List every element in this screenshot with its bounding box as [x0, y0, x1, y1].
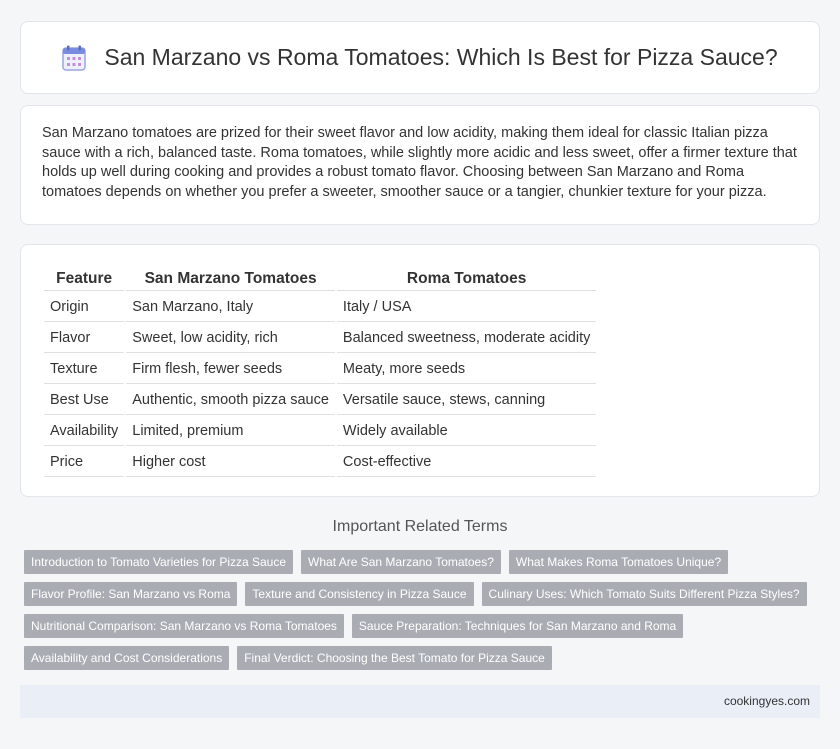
footer: cookingyes.com — [20, 685, 820, 718]
related-terms-title: Important Related Terms — [332, 518, 508, 535]
comparison-table: Feature San Marzano Tomatoes Roma Tomato… — [42, 265, 598, 479]
title-card: San Marzano vs Roma Tomatoes: Which Is B… — [20, 21, 820, 94]
table-cell: Versatile sauce, stews, canning — [336, 386, 597, 415]
table-cell: Best Use — [44, 386, 125, 415]
table-cell: Origin — [44, 293, 125, 322]
table-cell: Availability — [44, 417, 125, 446]
table-cell: Texture — [44, 355, 125, 384]
table-row: Price Higher cost Cost-effective — [44, 448, 597, 477]
related-term-link[interactable]: Nutritional Comparison: San Marzano vs R… — [24, 614, 344, 638]
table-cell: Flavor — [44, 324, 125, 353]
related-term-link[interactable]: Sauce Preparation: Techniques for San Ma… — [351, 614, 684, 638]
table-row: Availability Limited, premium Widely ava… — [44, 417, 597, 446]
intro-card: San Marzano tomatoes are prized for thei… — [20, 105, 820, 225]
table-cell: Balanced sweetness, moderate acidity — [336, 324, 597, 353]
calendar-icon — [62, 45, 87, 71]
table-cell: Meaty, more seeds — [336, 355, 597, 384]
table-cell: Cost-effective — [336, 448, 597, 477]
footer-site-link[interactable]: cookingyes.com — [724, 694, 810, 708]
column-header: Feature — [44, 267, 125, 291]
table-cell: Authentic, smooth pizza sauce — [126, 386, 335, 415]
related-term-link[interactable]: What Are San Marzano Tomatoes? — [301, 550, 501, 574]
table-cell: Limited, premium — [126, 417, 335, 446]
table-row: Best Use Authentic, smooth pizza sauce V… — [44, 386, 597, 415]
comparison-card: Feature San Marzano Tomatoes Roma Tomato… — [20, 244, 820, 497]
table-row: Texture Firm flesh, fewer seeds Meaty, m… — [44, 355, 597, 384]
table-cell: Italy / USA — [336, 293, 597, 322]
related-term-link[interactable]: Final Verdict: Choosing the Best Tomato … — [237, 646, 552, 670]
table-cell: San Marzano, Italy — [126, 293, 335, 322]
table-cell: Price — [44, 448, 125, 477]
related-term-link[interactable]: Culinary Uses: Which Tomato Suits Differ… — [481, 582, 807, 606]
table-cell: Sweet, low acidity, rich — [126, 324, 335, 353]
table-cell: Higher cost — [126, 448, 335, 477]
related-term-link[interactable]: Introduction to Tomato Varieties for Piz… — [24, 550, 294, 574]
related-term-link[interactable]: Availability and Cost Considerations — [24, 646, 230, 670]
related-term-link[interactable]: Flavor Profile: San Marzano vs Roma — [24, 582, 238, 606]
table-row: Origin San Marzano, Italy Italy / USA — [44, 293, 597, 322]
table-cell: Widely available — [336, 417, 597, 446]
intro-text: San Marzano tomatoes are prized for thei… — [42, 125, 797, 200]
table-cell: Firm flesh, fewer seeds — [126, 355, 335, 384]
table-header-row: Feature San Marzano Tomatoes Roma Tomato… — [44, 267, 597, 291]
related-term-link[interactable]: Texture and Consistency in Pizza Sauce — [245, 582, 474, 606]
table-row: Flavor Sweet, low acidity, rich Balanced… — [44, 324, 597, 353]
related-terms-list: Introduction to Tomato Varieties for Piz… — [24, 550, 824, 678]
related-term-link[interactable]: What Makes Roma Tomatoes Unique? — [508, 550, 729, 574]
page-title: San Marzano vs Roma Tomatoes: Which Is B… — [104, 44, 778, 70]
column-header: Roma Tomatoes — [336, 267, 597, 291]
column-header: San Marzano Tomatoes — [126, 267, 335, 291]
